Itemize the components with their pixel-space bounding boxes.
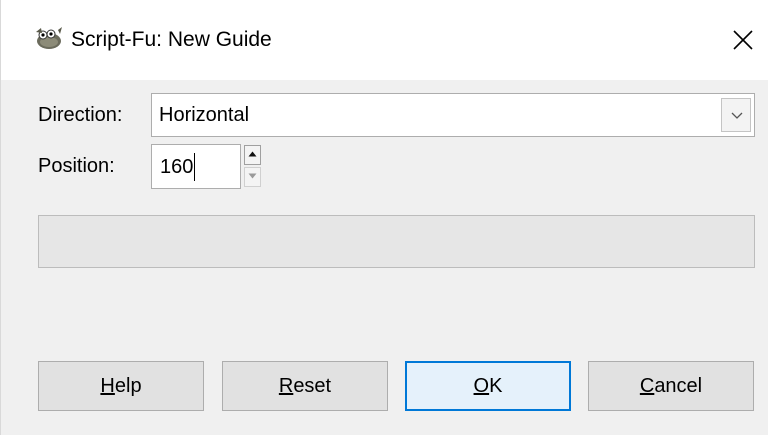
position-label: Position:: [38, 155, 115, 177]
help-button-mnemonic: H: [100, 375, 115, 397]
ok-button-mnemonic: O: [473, 375, 490, 397]
reset-button[interactable]: Reset: [222, 361, 388, 411]
title-bar[interactable]: Script-Fu: New Guide: [1, 0, 768, 80]
chevron-down-icon: [731, 112, 743, 119]
text-cursor: [194, 153, 195, 181]
progress-bar: [38, 215, 755, 268]
cancel-button-label: ancel: [654, 375, 703, 397]
position-input[interactable]: 160: [151, 144, 241, 189]
ok-button[interactable]: OK: [405, 361, 571, 411]
direction-select[interactable]: Horizontal: [151, 93, 755, 137]
cancel-button[interactable]: Cancel: [588, 361, 754, 411]
position-decrement-button[interactable]: [244, 167, 261, 187]
triangle-up-icon: [248, 151, 257, 157]
close-icon: [733, 30, 753, 50]
direction-label: Direction:: [38, 104, 123, 126]
direction-selected-value: Horizontal: [159, 104, 250, 126]
triangle-down-icon: [248, 173, 257, 179]
ok-button-label: K: [489, 375, 503, 397]
reset-button-label: eset: [293, 375, 332, 397]
close-button[interactable]: [721, 18, 765, 62]
window-title: Script-Fu: New Guide: [71, 28, 272, 51]
help-button[interactable]: Help: [38, 361, 204, 411]
cancel-button-mnemonic: C: [639, 375, 655, 397]
position-increment-button[interactable]: [244, 145, 261, 165]
position-value: 160: [160, 156, 194, 178]
reset-button-mnemonic: R: [278, 375, 294, 397]
script-fu-new-guide-dialog: Script-Fu: New Guide Direction: Horizont…: [0, 0, 768, 435]
direction-dropdown-button[interactable]: [721, 98, 751, 132]
help-button-label: elp: [114, 375, 142, 397]
gimp-wilber-icon: [33, 26, 63, 50]
